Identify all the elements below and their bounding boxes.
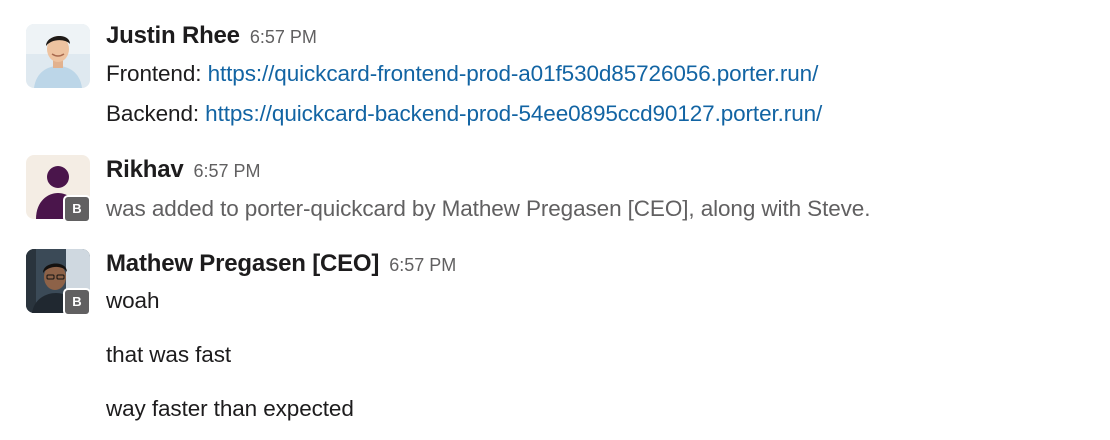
sender-name[interactable]: Justin Rhee (106, 22, 240, 49)
message-feed: Justin Rhee 6:57 PM Frontend: https://qui… (0, 0, 1110, 440)
message-timestamp[interactable]: 6:57 PM (194, 161, 261, 181)
sender-name[interactable]: Mathew Pregasen [CEO] (106, 250, 379, 277)
line-label: Frontend: (106, 61, 208, 86)
line-label: Backend: (106, 101, 206, 126)
bot-badge-icon: B (63, 288, 91, 316)
message-line: that was fast (106, 342, 232, 367)
message-timestamp[interactable]: 6:57 PM (250, 27, 317, 47)
message-header: Rikhav 6:57 PM (106, 156, 261, 184)
message-timestamp[interactable]: 6:57 PM (389, 255, 456, 275)
sender-name[interactable]: Rikhav (106, 156, 184, 183)
message-line: way faster than expected (106, 396, 354, 421)
system-message: was added to porter-quickcard by Mathew … (106, 196, 871, 221)
message-header: Justin Rhee 6:57 PM (106, 22, 317, 50)
message-line: Frontend: https://quickcard-frontend-pro… (106, 61, 818, 87)
user-photo-avatar-icon (26, 24, 90, 88)
frontend-link[interactable]: https://quickcard-frontend-prod-a01f530d… (208, 61, 819, 86)
message-header: Mathew Pregasen [CEO] 6:57 PM (106, 250, 456, 278)
avatar-justin-rhee[interactable] (26, 24, 90, 88)
backend-link[interactable]: https://quickcard-backend-prod-54ee0895c… (205, 101, 822, 126)
message-line: woah (106, 288, 160, 313)
bot-badge-icon: B (63, 195, 91, 223)
message-line: Backend: https://quickcard-backend-prod-… (106, 101, 822, 127)
